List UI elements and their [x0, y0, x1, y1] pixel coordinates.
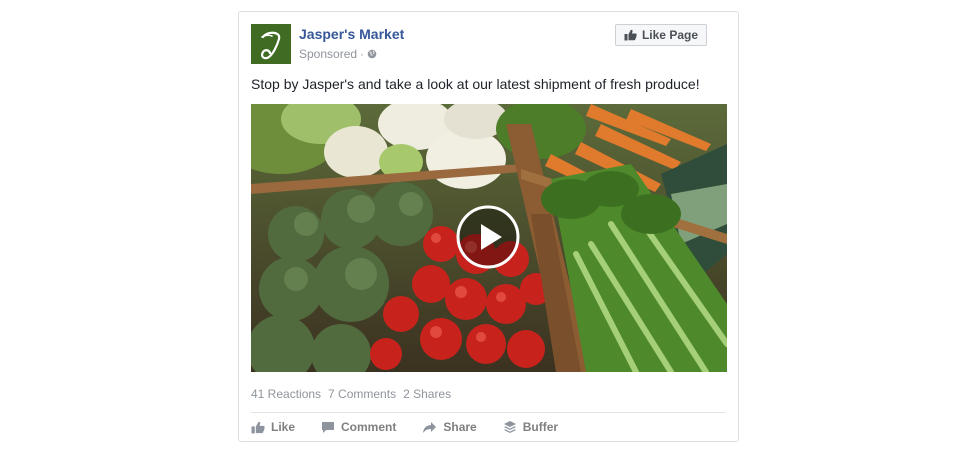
jaspers-market-logo [251, 24, 291, 64]
buffer-stack-icon [503, 421, 516, 433]
post-text: Stop by Jasper's and take a look at our … [251, 76, 700, 92]
comment-label: Comment [341, 420, 397, 434]
shares-count[interactable]: 2 Shares [403, 387, 451, 401]
share-label: Share [443, 420, 477, 434]
thumbs-up-icon [624, 29, 637, 41]
engagement-stats: 41 Reactions 7 Comments 2 Shares [251, 387, 451, 401]
action-bar: Like Comment Share Buffer [251, 420, 584, 434]
like-button[interactable]: Like [251, 420, 295, 434]
share-button[interactable]: Share [422, 420, 477, 434]
play-icon[interactable] [456, 205, 520, 269]
thumbs-up-icon [251, 421, 265, 433]
buffer-label: Buffer [522, 420, 559, 434]
actions-divider [251, 412, 726, 413]
comment-icon [322, 421, 335, 433]
sponsored-post: Jasper's Market Sponsored · Like Page St… [238, 11, 739, 442]
like-label: Like [271, 420, 296, 434]
like-page-label: Like Page [641, 28, 698, 42]
page-avatar[interactable] [251, 24, 291, 64]
meta-separator: · [360, 47, 365, 61]
page-name-link[interactable]: Jasper's Market [299, 26, 404, 42]
video-thumbnail[interactable] [251, 104, 727, 372]
comment-button[interactable]: Comment [321, 420, 396, 434]
globe-icon[interactable] [367, 49, 377, 59]
sponsored-label[interactable]: Sponsored [299, 47, 357, 61]
comments-count[interactable]: 7 Comments [328, 387, 396, 401]
reactions-count[interactable]: 41 Reactions [251, 387, 321, 401]
share-arrow-icon [423, 421, 437, 433]
post-meta: Sponsored · [299, 47, 377, 61]
buffer-button[interactable]: Buffer [503, 420, 558, 434]
like-page-button[interactable]: Like Page [614, 24, 707, 46]
